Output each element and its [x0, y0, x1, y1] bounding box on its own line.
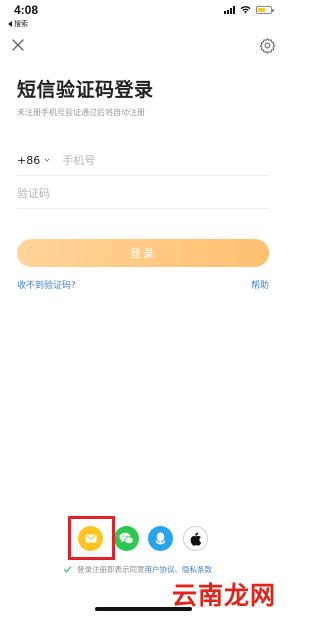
signal-icon	[224, 6, 235, 14]
country-code-label: +86	[17, 153, 41, 167]
user-agreement-link[interactable]: 用户协议	[145, 565, 175, 574]
status-time: 4:08	[14, 3, 39, 17]
back-triangle-icon	[8, 21, 12, 27]
code-row	[17, 178, 269, 209]
checkmark-icon[interactable]	[63, 565, 72, 574]
apple-icon	[190, 532, 201, 546]
close-icon[interactable]	[10, 37, 26, 53]
page-subtitle: 未注册手机号验证通过后将自动注册	[17, 108, 145, 117]
wechat-icon	[119, 532, 134, 544]
apple-login-button[interactable]	[183, 526, 208, 551]
qq-login-button[interactable]	[148, 526, 173, 551]
country-code-selector[interactable]: +86	[17, 154, 50, 167]
no-code-link[interactable]: 收不到验证码?	[17, 278, 76, 291]
agreement-row: 登录注册即表示同意用户协议、隐私条款	[63, 564, 212, 575]
agreement-separator: 、	[174, 565, 183, 574]
wifi-icon	[240, 6, 251, 14]
status-icons	[224, 6, 274, 14]
login-button[interactable]: 登录	[17, 239, 269, 267]
home-indicator[interactable]	[95, 607, 192, 611]
phone-number-input[interactable]	[62, 153, 233, 167]
battery-icon	[256, 6, 274, 14]
phone-row: +86	[17, 145, 269, 176]
qq-icon	[155, 532, 166, 545]
wechat-login-button[interactable]	[114, 526, 139, 551]
help-link[interactable]: 帮助	[251, 278, 269, 291]
verification-code-input[interactable]	[17, 186, 257, 200]
privacy-policy-link[interactable]: 隐私条款	[182, 565, 212, 574]
back-app-label: 搜索	[14, 20, 28, 28]
page-title: 短信验证码登录	[17, 79, 154, 101]
chevron-down-icon	[44, 158, 50, 162]
back-to-app-link[interactable]: 搜索	[8, 19, 28, 29]
agreement-prefix: 登录注册即表示同意	[77, 565, 145, 574]
gear-icon[interactable]	[259, 37, 276, 54]
third-party-login-row	[0, 516, 286, 560]
highlight-box	[68, 516, 115, 560]
